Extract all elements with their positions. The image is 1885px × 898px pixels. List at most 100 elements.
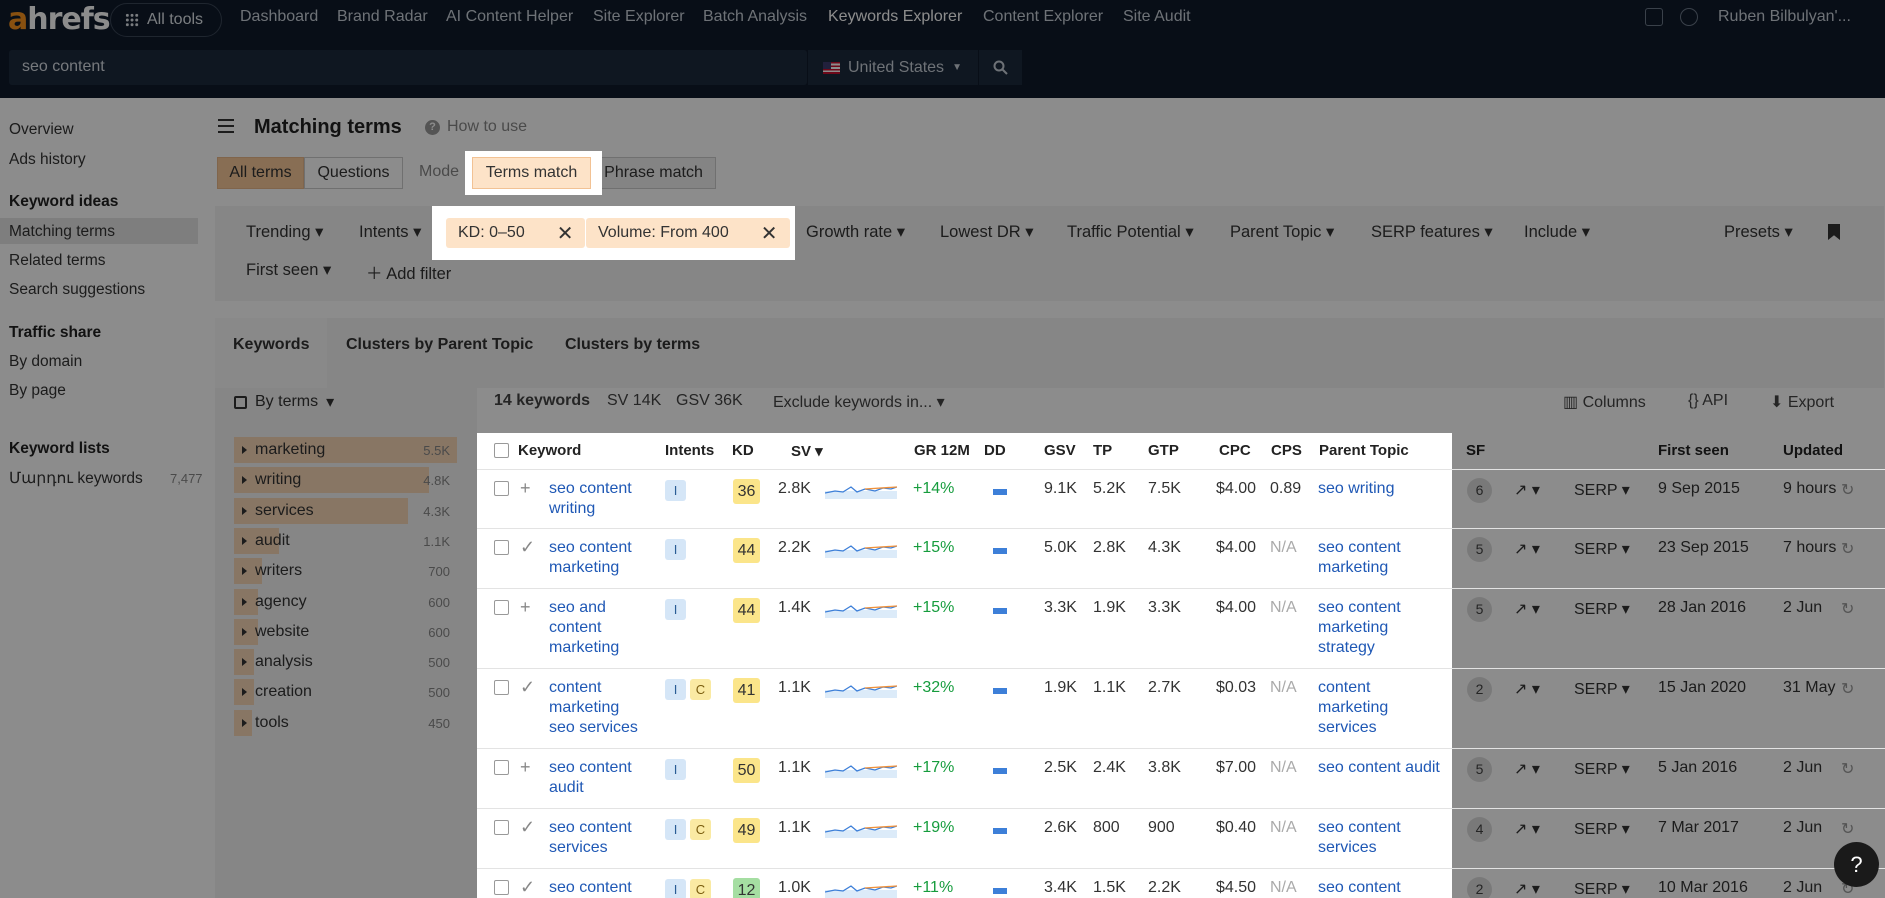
nav-content-explorer[interactable]: Content Explorer	[983, 8, 1103, 26]
term-row[interactable]: writers	[234, 558, 302, 584]
serp-dropdown[interactable]: SERP ▾	[1574, 759, 1630, 779]
export-button[interactable]: ⬇ Export	[1770, 392, 1834, 412]
expand-arrow-icon[interactable]	[242, 567, 247, 576]
column-header[interactable]: Updated	[1783, 442, 1843, 470]
sidebar-search-suggestions[interactable]: Search suggestions	[9, 281, 145, 299]
parent-topic-link[interactable]: seo content marketing	[1318, 538, 1401, 578]
sidebar-by-domain[interactable]: By domain	[9, 353, 82, 371]
presets-dropdown[interactable]: Presets ▾	[1724, 222, 1793, 242]
serp-features-count[interactable]: 5	[1467, 537, 1492, 562]
expand-arrow-icon[interactable]	[242, 688, 247, 697]
parent-topic-link[interactable]: seo content marketing strategy	[1318, 598, 1401, 658]
add-to-list-icon[interactable]: +	[520, 597, 531, 618]
nav-ai-content-helper[interactable]: AI Content Helper	[446, 8, 573, 26]
keyword-link[interactable]: content marketing seo services	[549, 678, 638, 738]
refresh-icon[interactable]: ↻	[1841, 679, 1854, 699]
terms-match-toggle[interactable]: Terms match	[472, 157, 591, 189]
expand-arrow-icon[interactable]	[242, 506, 247, 515]
trend-chart-toggle[interactable]: ↗ ▾	[1514, 539, 1540, 559]
check-icon[interactable]: ✓	[520, 817, 535, 838]
term-row[interactable]: audit	[234, 528, 290, 554]
sidebar-ads-history[interactable]: Ads history	[9, 151, 86, 169]
check-icon[interactable]: ✓	[520, 537, 535, 558]
keyword-link[interactable]: seo and content marketing	[549, 598, 619, 658]
keyword-link[interactable]: seo content writing	[549, 479, 632, 519]
keyword-search-input[interactable]: seo content	[9, 50, 807, 85]
refresh-icon[interactable]: ↻	[1841, 480, 1854, 500]
columns-button[interactable]: ▥ Columns	[1563, 392, 1646, 412]
select-all-checkbox[interactable]	[494, 443, 509, 458]
column-header[interactable]: CPS	[1271, 442, 1302, 470]
term-row[interactable]: creation	[234, 679, 312, 705]
expand-arrow-icon[interactable]	[242, 658, 247, 667]
kd-filter-chip[interactable]: KD: 0–50 ✕	[446, 218, 586, 248]
expand-arrow-icon[interactable]	[242, 627, 247, 636]
serp-dropdown[interactable]: SERP ▾	[1574, 539, 1630, 559]
sidebar-matching-terms[interactable]: Matching terms	[9, 223, 115, 241]
by-terms-dropdown[interactable]: By terms ▾	[234, 392, 334, 412]
column-header[interactable]: Parent Topic	[1319, 442, 1409, 470]
user-menu[interactable]: Ruben Bilbulyan'...	[1718, 8, 1851, 26]
column-header[interactable]: GSV	[1044, 442, 1076, 470]
phrase-match-toggle[interactable]: Phrase match	[591, 157, 716, 189]
check-icon[interactable]: ✓	[520, 877, 535, 898]
nav-keywords-explorer[interactable]: Keywords Explorer	[828, 8, 962, 26]
first-seen-filter[interactable]: First seen ▾	[246, 260, 331, 280]
sidebar-overview[interactable]: Overview	[9, 121, 74, 139]
row-checkbox[interactable]	[494, 540, 509, 555]
trend-chart-toggle[interactable]: ↗ ▾	[1514, 879, 1540, 898]
row-checkbox[interactable]	[494, 760, 509, 775]
serp-dropdown[interactable]: SERP ▾	[1574, 480, 1630, 500]
refresh-icon[interactable]: ↻	[1841, 599, 1854, 619]
expand-arrow-icon[interactable]	[242, 597, 247, 606]
serp-features-count[interactable]: 4	[1467, 817, 1492, 842]
add-to-list-icon[interactable]: +	[520, 757, 531, 778]
serp-features-count[interactable]: 2	[1467, 877, 1492, 898]
trending-filter[interactable]: Trending ▾	[246, 222, 323, 242]
refresh-icon[interactable]: ↻	[1841, 819, 1854, 839]
nav-site-explorer[interactable]: Site Explorer	[593, 8, 685, 26]
serp-dropdown[interactable]: SERP ▾	[1574, 879, 1630, 898]
all-tools-button[interactable]: All tools	[110, 3, 222, 37]
parent-topic-link[interactable]: seo content	[1318, 878, 1401, 898]
serp-dropdown[interactable]: SERP ▾	[1574, 599, 1630, 619]
term-row[interactable]: writing	[234, 467, 301, 493]
keyword-link[interactable]: seo content	[549, 878, 632, 898]
column-header[interactable]: Intents	[665, 442, 714, 470]
serp-dropdown[interactable]: SERP ▾	[1574, 819, 1630, 839]
parent-topic-filter[interactable]: Parent Topic ▾	[1230, 222, 1334, 242]
expand-arrow-icon[interactable]	[242, 446, 247, 454]
intents-filter[interactable]: Intents ▾	[359, 222, 421, 242]
traffic-potential-filter[interactable]: Traffic Potential ▾	[1067, 222, 1194, 242]
refresh-icon[interactable]: ↻	[1841, 759, 1854, 779]
gauge-icon[interactable]	[1680, 8, 1698, 26]
trend-chart-toggle[interactable]: ↗ ▾	[1514, 679, 1540, 699]
expand-arrow-icon[interactable]	[242, 718, 247, 727]
include-filter[interactable]: Include ▾	[1524, 222, 1590, 242]
column-header[interactable]: Keyword	[518, 442, 581, 470]
term-row[interactable]: website	[234, 619, 309, 645]
questions-toggle[interactable]: Questions	[304, 157, 403, 189]
trend-chart-toggle[interactable]: ↗ ▾	[1514, 480, 1540, 500]
lowest-dr-filter[interactable]: Lowest DR ▾	[940, 222, 1034, 242]
term-row[interactable]: tools	[234, 710, 289, 736]
how-to-use-link[interactable]: ? How to use	[425, 118, 527, 136]
nav-batch-analysis[interactable]: Batch Analysis	[703, 8, 807, 26]
serp-features-count[interactable]: 5	[1467, 757, 1492, 782]
refresh-icon[interactable]: ↻	[1841, 539, 1854, 559]
check-icon[interactable]: ✓	[520, 677, 535, 698]
keyword-link[interactable]: seo content marketing	[549, 538, 632, 578]
tab-clusters-by-terms[interactable]: Clusters by terms	[565, 336, 700, 354]
tab-keywords[interactable]: Keywords	[233, 336, 309, 354]
nav-site-audit[interactable]: Site Audit	[1123, 8, 1191, 26]
column-header[interactable]: TP	[1093, 442, 1112, 470]
column-header[interactable]: KD	[732, 442, 754, 470]
api-button[interactable]: {} API	[1688, 392, 1728, 410]
menu-icon[interactable]	[218, 119, 234, 133]
add-to-list-icon[interactable]: +	[520, 478, 531, 499]
parent-topic-link[interactable]: seo content audit	[1318, 758, 1440, 778]
trend-chart-toggle[interactable]: ↗ ▾	[1514, 819, 1540, 839]
monitor-icon[interactable]	[1645, 8, 1663, 26]
all-terms-toggle[interactable]: All terms	[217, 157, 304, 189]
parent-topic-link[interactable]: content marketing services	[1318, 678, 1388, 738]
